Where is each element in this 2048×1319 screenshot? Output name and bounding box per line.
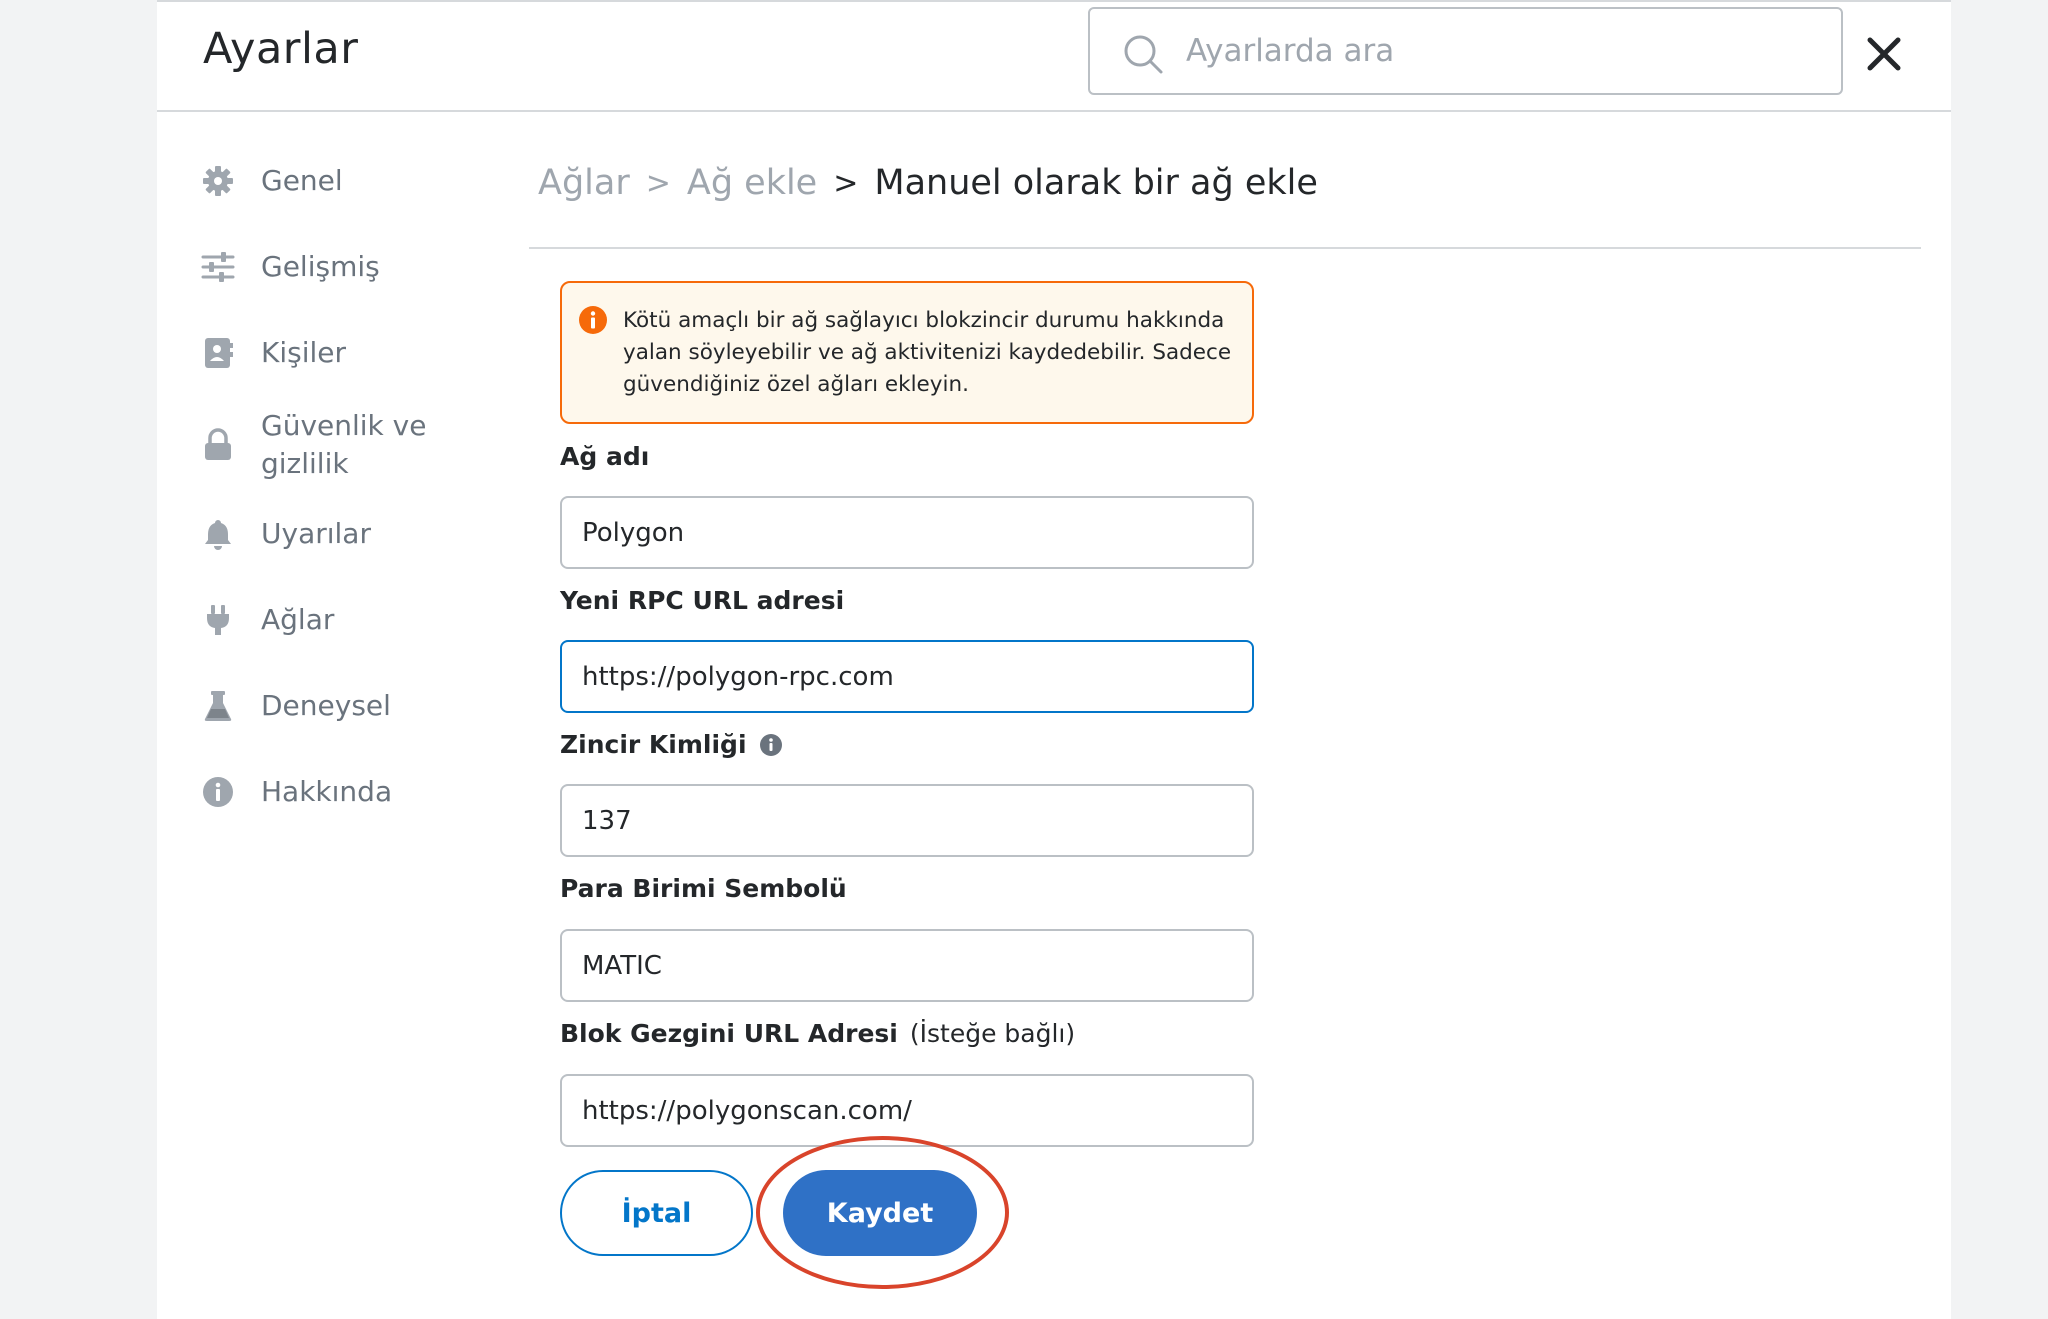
currency-symbol-input[interactable] <box>560 929 1254 1002</box>
network-name-input[interactable] <box>560 496 1254 569</box>
network-name-label: Ağ adı <box>560 442 649 471</box>
gear-icon <box>203 166 233 196</box>
breadcrumb-networks[interactable]: Ağlar <box>538 163 630 203</box>
breadcrumb: Ağlar > Ağ ekle > Manuel olarak bir ağ e… <box>538 157 1318 209</box>
rpc-url-label-text: Yeni RPC URL adresi <box>560 586 845 615</box>
search-input[interactable] <box>1186 9 1826 93</box>
explorer-url-label: Blok Gezgini URL Adresi (İsteğe bağlı) <box>560 1019 1075 1048</box>
sidebar-item-advanced[interactable]: Gelişmiş <box>201 248 380 286</box>
rpc-url-input[interactable] <box>560 640 1254 713</box>
flask-icon <box>204 691 232 721</box>
contact-book-icon <box>205 338 233 368</box>
sidebar-item-contacts[interactable]: Kişiler <box>201 334 346 372</box>
sidebar-item-general[interactable]: Genel <box>201 162 343 200</box>
save-button[interactable]: Kaydet <box>783 1170 977 1256</box>
warning-banner: Kötü amaçlı bir ağ sağlayıcı blokzincir … <box>560 281 1254 424</box>
sidebar-item-label: Deneysel <box>261 689 391 722</box>
content-divider <box>529 247 1921 249</box>
sidebar-item-alerts[interactable]: Uyarılar <box>201 515 371 553</box>
bell-icon <box>205 520 231 550</box>
sidebar-item-label: Ağlar <box>261 603 335 636</box>
chain-id-info-icon[interactable] <box>759 733 783 757</box>
breadcrumb-separator: > <box>645 165 671 201</box>
sidebar-item-label: Hakkında <box>261 775 393 808</box>
explorer-url-label-text: Blok Gezgini URL Adresi <box>560 1019 898 1048</box>
plug-icon <box>207 605 229 635</box>
chain-id-input[interactable] <box>560 784 1254 857</box>
sidebar-item-label: Genel <box>261 164 343 197</box>
optional-tag: (İsteğe bağlı) <box>909 1019 1076 1048</box>
chain-id-label-text: Zincir Kimliği <box>560 730 747 759</box>
sidebar-item-about[interactable]: Hakkında <box>201 773 392 811</box>
lock-icon <box>205 428 231 460</box>
chain-id-label: Zincir Kimliği <box>560 730 783 759</box>
settings-panel: Ayarlar Ayarlarda ara Genel Gelişmiş Kiş… <box>157 0 1951 1319</box>
info-icon <box>203 777 233 807</box>
breadcrumb-separator: > <box>833 165 859 201</box>
breadcrumb-add-network[interactable]: Ağ ekle <box>687 163 817 203</box>
network-name-label-text: Ağ adı <box>560 442 650 471</box>
breadcrumb-current: Manuel olarak bir ağ ekle <box>874 163 1318 203</box>
sidebar-item-label: Gelişmiş <box>261 250 380 283</box>
sidebar-item-security[interactable]: Güvenlik ve gizlilik <box>201 407 431 483</box>
sliders-icon <box>201 252 235 282</box>
sidebar-item-label: Güvenlik ve gizlilik <box>261 409 427 480</box>
search-box[interactable] <box>1088 7 1843 95</box>
settings-header: Ayarlar <box>157 2 1951 112</box>
warning-info-icon <box>579 306 607 334</box>
close-icon[interactable] <box>1864 34 1904 74</box>
cancel-button[interactable]: İptal <box>560 1170 753 1256</box>
sidebar-item-experimental[interactable]: Deneysel <box>201 687 391 725</box>
sidebar-item-label: Kişiler <box>261 336 347 369</box>
page-title: Ayarlar <box>203 24 359 74</box>
rpc-url-label: Yeni RPC URL adresi <box>560 586 844 615</box>
search-icon <box>1124 35 1163 74</box>
currency-symbol-label: Para Birimi Sembolü <box>560 874 847 903</box>
sidebar-item-label: Uyarılar <box>261 517 371 550</box>
warning-text: Kötü amaçlı bir ağ sağlayıcı blokzincir … <box>623 308 1232 397</box>
explorer-url-input[interactable] <box>560 1074 1254 1147</box>
currency-symbol-label-text: Para Birimi Sembolü <box>560 874 847 903</box>
sidebar-item-networks[interactable]: Ağlar <box>201 601 334 639</box>
